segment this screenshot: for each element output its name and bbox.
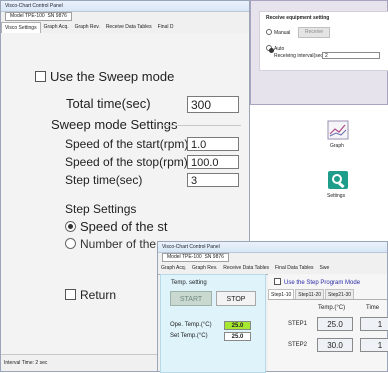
step-sn-value: 9876 xyxy=(212,254,224,261)
tab-graph-rev-2[interactable]: Graph Rev. xyxy=(189,263,220,274)
interval-field[interactable]: 2 xyxy=(322,52,380,59)
sweep-group-line xyxy=(161,125,241,126)
set-temp-field[interactable]: 25.0 xyxy=(224,332,251,341)
tab-graph-acq-2[interactable]: Graph Acq. xyxy=(158,263,189,274)
speed-radio-dot[interactable] xyxy=(65,221,76,232)
ope-temp-value: 25.0 xyxy=(224,321,251,330)
start-button[interactable]: START xyxy=(170,291,212,306)
step-range-tabs: Step1-10 Step11-20 Step21-30 xyxy=(268,289,387,300)
step-program-window: Visco-Chart Control Panel Model TPE-100 … xyxy=(157,241,388,373)
step2-time-field[interactable]: 1 xyxy=(360,338,388,352)
return-checkbox[interactable]: Return xyxy=(65,288,116,302)
total-time-label: Total time(sec) xyxy=(66,96,151,111)
tab-graph-acq[interactable]: Graph Acq. xyxy=(41,22,72,33)
manual-label: Manual xyxy=(274,30,291,36)
step-settings-label: Step Settings xyxy=(65,202,137,216)
stop-speed-label: Speed of the stop(rpm) xyxy=(65,155,188,169)
sn-value: 9876 xyxy=(55,13,67,20)
settings-icon[interactable] xyxy=(327,170,349,190)
model-value: TPE-100 xyxy=(24,13,45,20)
total-time-field[interactable]: 300 xyxy=(187,96,239,113)
tab-final-data-tables-2[interactable]: Final Data Tables xyxy=(272,263,317,274)
stop-speed-field[interactable]: 100.0 xyxy=(187,155,239,169)
auto-radio-dot[interactable] xyxy=(266,45,274,53)
sweep-settings-label: Sweep mode Settings xyxy=(51,117,178,132)
step2-temp-field[interactable]: 30.0 xyxy=(317,338,353,352)
model-label: Model xyxy=(10,13,24,20)
use-sweep-label: Use the Sweep mode xyxy=(50,69,175,84)
step1-label: STEP1 xyxy=(288,321,308,327)
step1-time-field[interactable]: 1 xyxy=(360,317,388,331)
use-step-program-box[interactable] xyxy=(274,278,281,285)
col-time-header: Time xyxy=(366,305,380,311)
use-step-program-checkbox[interactable]: Use the Step Program Mode xyxy=(274,278,360,286)
tab-sweep-2[interactable]: Swe xyxy=(317,263,333,274)
step1-temp-field[interactable]: 25.0 xyxy=(317,317,353,331)
sn-label: SN xyxy=(47,13,55,20)
number-radio-label: Number of the s xyxy=(80,237,166,251)
number-radio-dot[interactable] xyxy=(65,238,76,249)
set-temp-label: Set Temp.(°C) xyxy=(170,333,208,339)
ope-temp-label: Ope. Temp.(°C) xyxy=(170,322,212,328)
start-speed-label: Speed of the start(rpm) xyxy=(65,137,189,151)
return-label: Return xyxy=(80,288,117,302)
number-radio[interactable]: Number of the s xyxy=(65,237,165,251)
manual-radio[interactable]: Manual xyxy=(266,29,290,36)
tab-receive-data-tables[interactable]: Receive Data Tables xyxy=(103,22,155,33)
window-title: Visco-Chart Control Panel xyxy=(1,1,249,12)
sweep-checkbox-box[interactable] xyxy=(35,71,46,82)
stop-button[interactable]: STOP xyxy=(216,291,256,306)
start-speed-field[interactable]: 1.0 xyxy=(187,137,239,151)
step-sn-label: SN xyxy=(204,254,212,261)
return-checkbox-box[interactable] xyxy=(65,289,76,300)
model-box: Model TPE-100 SN 9876 xyxy=(5,12,72,22)
tab-step21-30[interactable]: Step21-30 xyxy=(325,289,355,299)
step-model-bar: Model TPE-100 SN 9876 xyxy=(158,253,387,263)
receive-button[interactable]: Receive xyxy=(298,27,330,38)
tab-final-data[interactable]: Final D xyxy=(155,22,177,33)
step-program-panel: Use the Step Program Mode Step1-10 Step1… xyxy=(268,274,388,371)
interval-label: Receiving interval(sec) xyxy=(274,53,325,59)
manual-radio-dot[interactable] xyxy=(266,29,272,35)
model-bar: Model TPE-100 SN 9876 xyxy=(1,12,249,22)
auto-label: Auto xyxy=(274,46,285,52)
temp-setting-label: Temp. setting xyxy=(171,280,207,286)
step-model-value: TPE-100 xyxy=(181,254,202,261)
step-window-title: Visco-Chart Control Panel xyxy=(158,242,387,253)
speed-radio[interactable]: Speed of the st xyxy=(65,219,167,234)
step-model-label: Model xyxy=(167,254,181,261)
step-time-field[interactable]: 3 xyxy=(187,173,239,187)
graph-label: Graph xyxy=(330,143,344,149)
tab-receive-data-tables-2[interactable]: Receive Data Tables xyxy=(220,263,272,274)
auto-radio[interactable]: Auto xyxy=(266,45,285,53)
step2-label: STEP2 xyxy=(288,342,308,348)
graph-icon[interactable] xyxy=(327,120,349,140)
temp-setting-panel: Temp. setting START STOP Ope. Temp.(°C) … xyxy=(160,274,266,373)
use-step-program-label: Use the Step Program Mode xyxy=(284,280,361,286)
tab-step1-10[interactable]: Step1-10 xyxy=(268,289,295,299)
receive-group: Receive equipment setting Manual Receive… xyxy=(259,11,388,71)
tab-step11-20[interactable]: Step11-20 xyxy=(295,289,324,299)
step-model-box: Model TPE-100 SN 9876 xyxy=(162,253,229,263)
tab-graph-rev[interactable]: Graph Rev. xyxy=(72,22,103,33)
settings-label: Settings xyxy=(327,193,346,199)
col-temp-header: Temp.(°C) xyxy=(318,305,346,311)
speed-radio-label: Speed of the st xyxy=(80,219,168,234)
receive-settings-window: Receive equipment setting Manual Receive… xyxy=(250,0,388,105)
receive-group-title: Receive equipment setting xyxy=(266,15,330,21)
step-time-label: Step time(sec) xyxy=(65,173,143,187)
use-sweep-checkbox[interactable]: Use the Sweep mode xyxy=(35,69,174,84)
